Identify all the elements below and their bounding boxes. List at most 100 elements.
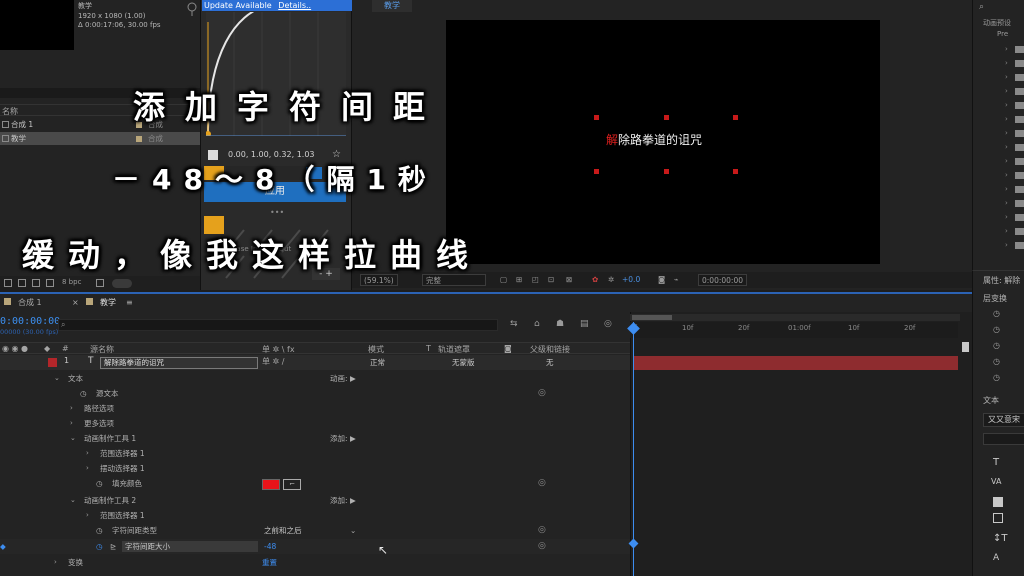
stopwatch-icon[interactable]: ◷ [993, 309, 1000, 318]
fill-checkbox[interactable] [993, 497, 1003, 507]
eyedropper-icon[interactable]: ⌐ [283, 479, 301, 490]
preset-folder[interactable]: › [973, 58, 1024, 69]
mode-column[interactable]: 模式 [368, 344, 384, 355]
viewer-tab[interactable]: 教学 [372, 0, 412, 12]
preset-folder[interactable]: › [973, 114, 1024, 125]
draft-3d-icon[interactable]: ⌂ [534, 319, 540, 329]
name-column-label[interactable]: 名称 [2, 106, 18, 117]
tracking-type-dropdown[interactable]: 之前和之后 [264, 525, 358, 536]
stopwatch-icon[interactable]: ◷ [993, 325, 1000, 334]
stopwatch-icon[interactable]: ◷ [993, 341, 1000, 350]
transform-handle[interactable] [664, 115, 669, 120]
source-name-column[interactable]: 源名称 [90, 344, 114, 355]
property-row[interactable]: › 路径选项 [0, 401, 630, 416]
exposure-value[interactable]: +0.0 [622, 274, 640, 286]
property-row[interactable]: ◷ 字符间距类型 之前和之后 ⌄ ◎ [0, 523, 630, 538]
work-area-range[interactable] [632, 315, 672, 320]
add-menu[interactable]: 添加: [330, 493, 348, 508]
preset-folder[interactable]: › [973, 212, 1024, 223]
preset-folder[interactable]: › [973, 240, 1024, 251]
stopwatch-icon[interactable]: ◷ [96, 476, 103, 491]
blend-mode-dropdown[interactable]: 正常 [370, 357, 418, 368]
parent-dropdown[interactable]: 无 [546, 357, 554, 368]
layer-name-field[interactable]: 解除路拳道的诅咒 [100, 357, 258, 369]
preset-folder[interactable]: › [973, 198, 1024, 209]
property-row[interactable]: ⌄ 动画制作工具 2 添加: ▶ [0, 493, 630, 508]
timeline-track-area[interactable] [630, 312, 972, 576]
pin-icon[interactable] [186, 2, 198, 16]
stroke-checkbox[interactable] [993, 513, 1003, 523]
region-of-interest-icon[interactable]: ▢ [500, 274, 507, 286]
channel-icon[interactable]: ⊠ [566, 274, 572, 286]
text-section-label[interactable]: 文本 [983, 395, 999, 406]
preset-folder[interactable]: › [973, 128, 1024, 139]
preset-folder[interactable]: › [973, 86, 1024, 97]
color-channel-icon[interactable]: ✿ [592, 274, 598, 286]
bit-depth[interactable]: 8 bpc [62, 278, 81, 286]
preset-folder[interactable]: › [973, 226, 1024, 237]
track-matte-column[interactable]: 轨道遮罩 [438, 344, 470, 355]
update-banner[interactable]: Update Available Details.. [202, 0, 352, 11]
comp-mini-flowchart-icon[interactable]: ⇆ [510, 319, 518, 329]
tab-comp-1[interactable]: 合成 1 [18, 296, 42, 309]
property-row[interactable]: › 摆动选择器 1 [0, 461, 630, 476]
transform-handle[interactable] [594, 115, 599, 120]
play-icon[interactable]: ▶ [350, 431, 356, 446]
motion-blur-icon[interactable]: ◎ [604, 319, 612, 329]
search-icon[interactable]: ⌕ [979, 2, 984, 12]
expression-pickwhip-icon[interactable]: ◎ [538, 386, 546, 401]
exposure-icon[interactable]: ✲ [608, 274, 614, 286]
trash-icon[interactable] [96, 279, 104, 287]
reset-link[interactable]: 重置 [262, 555, 277, 570]
more-dots-icon[interactable]: ••• [270, 208, 284, 217]
stopwatch-icon[interactable]: ◷ [993, 357, 1000, 366]
fill-color-swatch[interactable] [262, 479, 280, 490]
layer-transform-label[interactable]: 层变换 [983, 293, 1007, 304]
toggle-switch[interactable] [112, 279, 132, 288]
menu-icon[interactable]: ≡ [126, 296, 133, 309]
transform-handle[interactable] [733, 115, 738, 120]
property-row[interactable]: › 变换 重置 [0, 555, 630, 570]
presets-sub-label[interactable]: Pre [997, 30, 1008, 38]
preset-folder[interactable]: › [973, 142, 1024, 153]
interpret-footage-icon[interactable] [4, 279, 12, 287]
tab-teaching[interactable]: 教学 [100, 296, 116, 309]
canvas-text-layer[interactable]: 解除路拳道的诅咒 [606, 131, 702, 148]
property-row[interactable]: ⌄ 动画制作工具 1 添加: ▶ [0, 431, 630, 446]
transform-handle[interactable] [594, 169, 599, 174]
preset-folder[interactable]: › [973, 170, 1024, 181]
show-snapshot-icon[interactable]: ⌁ [674, 274, 679, 286]
keyframe-nav-icon[interactable]: ◆ [0, 539, 6, 554]
track-matte-dropdown[interactable]: 无蒙版 [452, 357, 475, 368]
transform-handle[interactable] [664, 169, 669, 174]
property-row[interactable]: ◆ ◷ ⊵ 字符间距大小 -48 ◎ [0, 539, 630, 554]
snapshot-icon[interactable]: ◙ [658, 274, 665, 286]
layer-label-color[interactable] [48, 358, 57, 367]
property-row[interactable]: ⌄ 文本 动画: ▶ [0, 371, 630, 386]
property-row[interactable]: › 范围选择器 1 [0, 508, 630, 523]
play-icon[interactable]: ▶ [350, 493, 356, 508]
tracking-amount-value[interactable]: -48 [264, 539, 276, 554]
expression-pickwhip-icon[interactable]: ◎ [538, 539, 546, 554]
expression-pickwhip-icon[interactable]: ◎ [538, 523, 546, 538]
preset-folder[interactable]: › [973, 184, 1024, 195]
add-menu[interactable]: 添加: [330, 431, 348, 446]
stopwatch-icon[interactable]: ◷ [96, 523, 103, 538]
new-folder-icon[interactable] [18, 279, 26, 287]
switches-column[interactable]: 单 ✲ \ fx [262, 344, 295, 355]
expression-pickwhip-icon[interactable]: ◎ [538, 476, 546, 491]
timeline-search-input[interactable]: ⌕ [58, 319, 498, 331]
viewer-timecode[interactable]: 0:00:00:00 [698, 274, 747, 286]
render-icon[interactable] [46, 279, 54, 287]
work-area-bar[interactable] [630, 314, 960, 321]
project-item[interactable]: 教学 合成 [0, 132, 200, 145]
stopwatch-icon[interactable]: ◷ [993, 373, 1000, 382]
font-style-dropdown[interactable] [983, 433, 1024, 445]
frame-blending-icon[interactable]: ▤ [580, 319, 589, 329]
label-color-swatch[interactable] [136, 136, 142, 142]
property-row[interactable]: ◷ 源文本 ◎ [0, 386, 630, 401]
preset-folder[interactable]: › [973, 44, 1024, 55]
presets-label[interactable]: 动画预设 [983, 18, 1011, 28]
property-row[interactable]: › 范围选择器 1 [0, 446, 630, 461]
comp-name[interactable]: 教学 [78, 1, 92, 11]
